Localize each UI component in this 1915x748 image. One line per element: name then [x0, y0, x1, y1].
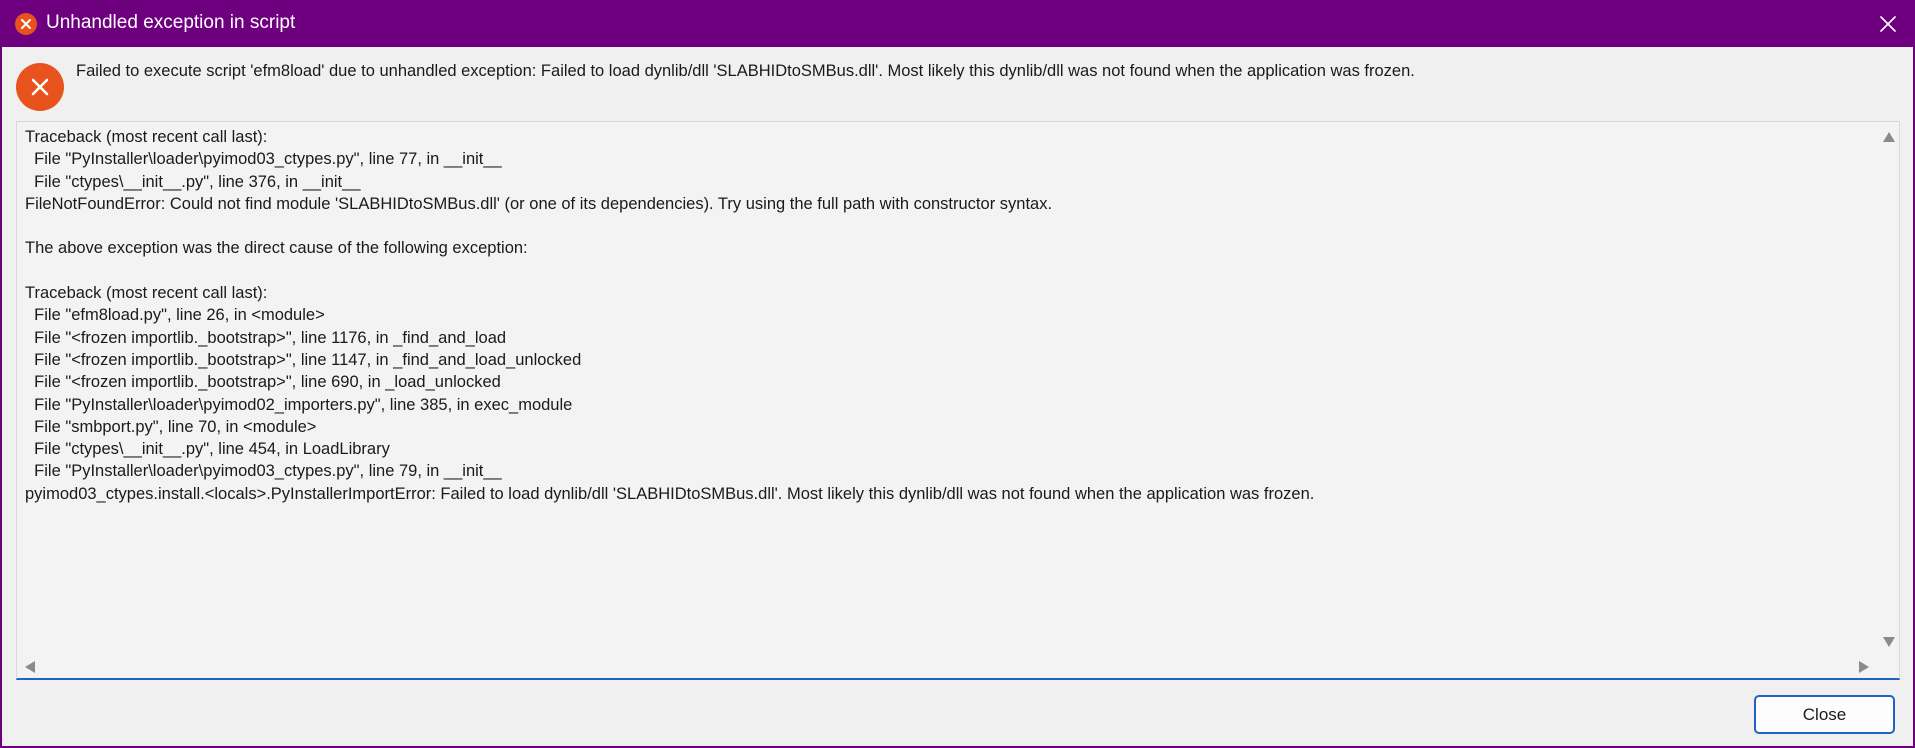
close-button[interactable]: Close: [1754, 695, 1895, 734]
traceback-line: File "PyInstaller\loader\pyimod02_import…: [25, 395, 573, 414]
horizontal-scrollbar[interactable]: [17, 656, 1877, 678]
exception-dialog: Unhandled exception in script Failed to …: [0, 0, 1915, 748]
error-icon: [15, 13, 37, 35]
vertical-scrollbar[interactable]: [1877, 122, 1899, 657]
traceback-line: FileNotFoundError: Could not find module…: [25, 194, 1053, 213]
traceback-line: Traceback (most recent call last):: [25, 128, 268, 146]
title-bar[interactable]: Unhandled exception in script: [2, 0, 1915, 47]
traceback-line: File "PyInstaller\loader\pyimod03_ctypes…: [25, 150, 502, 169]
error-message: Failed to execute script 'efm8load' due …: [76, 62, 1415, 80]
close-icon[interactable]: [1875, 11, 1901, 37]
traceback-line: [25, 215, 1875, 237]
traceback-line: pyimod03_ctypes.install.<locals>.PyInsta…: [25, 484, 1315, 503]
error-icon: [16, 63, 64, 111]
traceback-line: File "<frozen importlib._bootstrap>", li…: [25, 350, 582, 369]
traceback-line: File "PyInstaller\loader\pyimod03_ctypes…: [25, 462, 502, 481]
traceback-line: The above exception was the direct cause…: [25, 239, 528, 258]
traceback-line: File "<frozen importlib._bootstrap>", li…: [25, 373, 501, 392]
traceback-line: File "smbport.py", line 70, in <module>: [25, 417, 317, 436]
traceback-line: File "ctypes\__init__.py", line 376, in …: [25, 172, 361, 191]
scroll-left-icon[interactable]: [25, 661, 35, 673]
message-area: Failed to execute script 'efm8load' due …: [2, 47, 1913, 121]
traceback-line: File "efm8load.py", line 26, in <module>: [25, 306, 325, 325]
scroll-right-icon[interactable]: [1859, 661, 1869, 673]
scroll-up-icon[interactable]: [1883, 132, 1895, 142]
traceback-text[interactable]: Traceback (most recent call last): File …: [25, 126, 1875, 656]
traceback-line: Traceback (most recent call last):: [25, 284, 268, 303]
traceback-line: File "ctypes\__init__.py", line 454, in …: [25, 440, 390, 459]
traceback-text-box[interactable]: Traceback (most recent call last): File …: [16, 121, 1900, 680]
traceback-line: [25, 260, 1875, 282]
traceback-line: File "<frozen importlib._bootstrap>", li…: [25, 328, 507, 347]
window-title: Unhandled exception in script: [46, 12, 296, 33]
scroll-down-icon[interactable]: [1883, 637, 1895, 647]
